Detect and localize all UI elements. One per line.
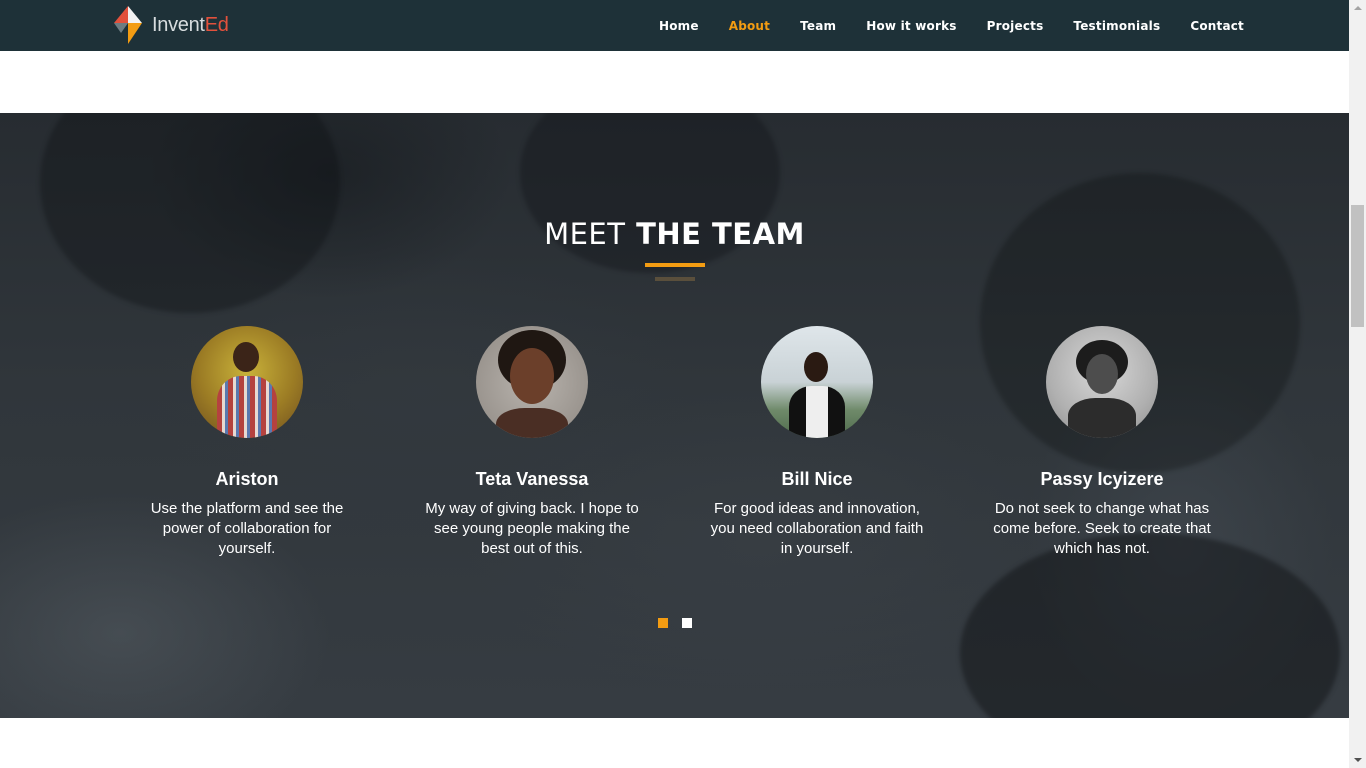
page-scrollbar[interactable] [1349, 0, 1366, 768]
background-photo-shape [960, 533, 1340, 718]
chevron-up-icon [1354, 6, 1362, 10]
member-name: Ariston [215, 469, 279, 489]
member-avatar [191, 326, 303, 438]
nav-how-it-works[interactable]: How it works [866, 19, 956, 33]
nav-projects[interactable]: Projects [987, 19, 1044, 33]
member-name: Bill Nice [781, 469, 853, 489]
member-avatar [761, 326, 873, 438]
scroll-down-button[interactable] [1349, 751, 1366, 768]
brand-name: InventEd [152, 14, 229, 36]
member-quote: For good ideas and innovation, you need … [710, 500, 924, 557]
member-name: Passy Icyizere [1040, 469, 1164, 489]
main-nav: Home About Team How it works Projects Te… [629, 0, 1244, 51]
member-quote: My way of giving back. I hope to see you… [425, 500, 639, 557]
logo-icon [114, 6, 142, 44]
chevron-down-icon [1354, 758, 1362, 762]
team-member-card: Bill Nice For good ideas and innovation,… [697, 326, 937, 559]
background-photo-shape [40, 113, 340, 313]
member-name: Teta Vanessa [475, 469, 589, 489]
member-quote: Do not seek to change what has come befo… [993, 500, 1211, 557]
nav-about[interactable]: About [729, 19, 770, 33]
nav-home[interactable]: Home [659, 19, 699, 33]
nav-contact[interactable]: Contact [1190, 19, 1244, 33]
team-member-card: Passy Icyizere Do not seek to change wha… [982, 326, 1222, 559]
carousel-dot-1[interactable] [658, 618, 668, 628]
brand-logo-link[interactable]: InventEd [112, 5, 229, 45]
team-member-card: Ariston Use the platform and see the pow… [127, 326, 367, 559]
nav-team[interactable]: Team [800, 19, 836, 33]
carousel-pagination [658, 618, 706, 628]
title-divider-secondary [655, 277, 695, 281]
page: InventEd Home About Team How it works Pr… [0, 0, 1349, 768]
navbar: InventEd Home About Team How it works Pr… [0, 0, 1349, 51]
title-divider-accent [645, 263, 705, 267]
nav-testimonials[interactable]: Testimonials [1073, 19, 1160, 33]
team-section: MEET THE TEAM Ariston Use the platform a… [0, 113, 1349, 718]
scroll-thumb[interactable] [1351, 205, 1364, 327]
member-avatar [1046, 326, 1158, 438]
team-member-card: Teta Vanessa My way of giving back. I ho… [412, 326, 652, 559]
section-title: MEET THE TEAM [544, 217, 805, 251]
carousel-dot-2[interactable] [682, 618, 692, 628]
member-quote: Use the platform and see the power of co… [150, 500, 344, 557]
member-avatar [476, 326, 588, 438]
scroll-up-button[interactable] [1349, 0, 1366, 17]
